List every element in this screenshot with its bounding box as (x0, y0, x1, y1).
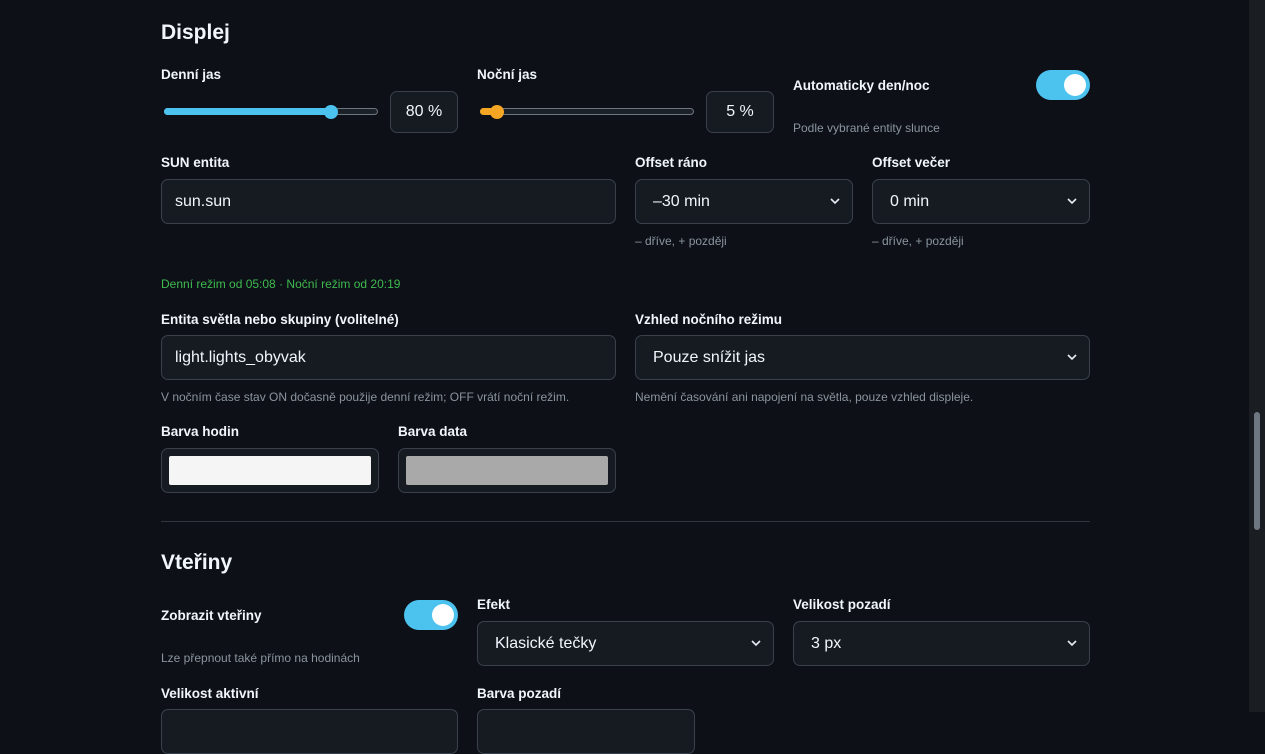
chevron-down-icon (751, 639, 761, 649)
light-entity-label: Entita světla nebo skupiny (volitelné) (161, 312, 399, 327)
night-look-hint: Nemění časování ani napojení na světla, … (635, 390, 974, 404)
night-look-label: Vzhled nočního režimu (635, 312, 783, 327)
toggle-knob (1064, 74, 1086, 96)
date-color-picker[interactable] (398, 448, 616, 493)
scrollbar-thumb[interactable] (1254, 412, 1260, 530)
day-brightness-label: Denní jas (161, 67, 222, 82)
show-seconds-label: Zobrazit vteřiny (161, 608, 262, 623)
auto-day-night-toggle[interactable] (1036, 70, 1090, 100)
active-size-select[interactable] (161, 709, 458, 754)
slider-fill (164, 108, 331, 115)
toggle-knob (432, 604, 454, 626)
slider-thumb[interactable] (324, 105, 338, 119)
offset-morning-select[interactable]: –30 min (635, 179, 853, 224)
background-size-label: Velikost pozadí (793, 597, 891, 612)
slider-thumb[interactable] (490, 105, 504, 119)
background-color-label: Barva pozadí (477, 686, 562, 701)
offset-morning-hint: – dříve, + později (635, 234, 727, 248)
sun-entity-input[interactable]: sun.sun (161, 179, 616, 224)
schedule-info: Denní režim od 05:08 · Noční režim od 20… (161, 277, 401, 291)
section-title-display: Displej (161, 21, 230, 44)
auto-day-night-hint: Podle vybrané entity slunce (793, 121, 940, 135)
scrollbar[interactable] (1249, 0, 1265, 712)
color-swatch (406, 456, 608, 485)
select-value: –30 min (653, 192, 710, 210)
select-value: Pouze snížit jas (653, 348, 766, 366)
select-value: Klasické tečky (495, 634, 597, 652)
offset-evening-label: Offset večer (872, 155, 951, 170)
section-title-seconds: Vteřiny (161, 551, 233, 574)
clock-color-label: Barva hodin (161, 424, 240, 439)
select-value: 3 px (811, 634, 842, 652)
light-entity-input[interactable]: light.lights_obyvak (161, 335, 616, 380)
chevron-down-icon (1067, 639, 1077, 649)
effect-select[interactable]: Klasické tečky (477, 621, 774, 666)
night-brightness-slider[interactable] (477, 102, 695, 122)
light-entity-hint: V nočním čase stav ON dočasně použije de… (161, 390, 570, 404)
slider-track (480, 108, 694, 115)
background-color-picker[interactable] (477, 709, 695, 754)
night-brightness-value: 5 % (706, 91, 774, 133)
night-brightness-label: Noční jas (477, 67, 538, 82)
day-brightness-value: 80 % (390, 91, 458, 133)
section-divider (161, 521, 1090, 522)
chevron-down-icon (830, 197, 840, 207)
background-size-select[interactable]: 3 px (793, 621, 1090, 666)
night-look-select[interactable]: Pouze snížit jas (635, 335, 1090, 380)
chevron-down-icon (1067, 353, 1077, 363)
show-seconds-toggle[interactable] (404, 600, 458, 630)
effect-label: Efekt (477, 597, 511, 612)
select-value: 0 min (890, 192, 930, 210)
clock-color-picker[interactable] (161, 448, 379, 493)
offset-evening-hint: – dříve, + později (872, 234, 964, 248)
date-color-label: Barva data (398, 424, 468, 439)
auto-day-night-label: Automaticky den/noc (793, 78, 930, 93)
chevron-down-icon (1067, 197, 1077, 207)
day-brightness-slider[interactable] (161, 102, 379, 122)
show-seconds-hint: Lze přepnout také přímo na hodinách (161, 651, 360, 665)
active-size-label: Velikost aktivní (161, 686, 259, 701)
offset-morning-label: Offset ráno (635, 155, 708, 170)
offset-evening-select[interactable]: 0 min (872, 179, 1090, 224)
sun-entity-label: SUN entita (161, 155, 230, 170)
color-swatch (169, 456, 371, 485)
